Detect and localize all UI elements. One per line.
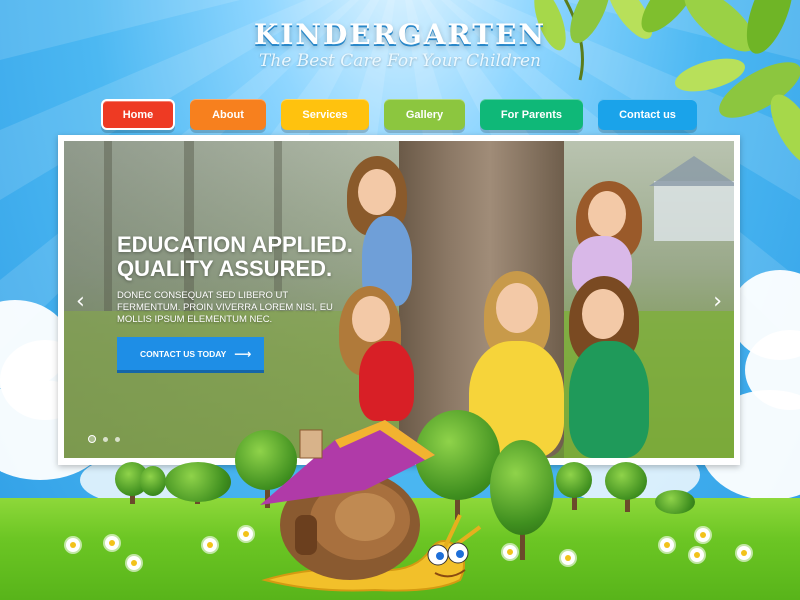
slide-heading-line2: QUALITY ASSURED. <box>117 256 333 281</box>
slide-heading: EDUCATION APPLIED. QUALITY ASSURED. <box>117 233 353 281</box>
arrow-right-icon: ⟶ <box>234 346 252 361</box>
slider-dot-1[interactable] <box>88 435 96 443</box>
nav-item-gallery[interactable]: Gallery <box>384 99 465 130</box>
nav-item-for-parents[interactable]: For Parents <box>480 99 583 130</box>
logo-title: KINDERGARTEN <box>253 18 547 51</box>
nav-item-contact-us[interactable]: Contact us <box>598 99 697 130</box>
nav-item-services[interactable]: Services <box>281 99 369 130</box>
prev-arrow-icon[interactable]: ‹ <box>76 289 85 314</box>
nav-item-home[interactable]: Home <box>101 99 175 130</box>
main-navigation: Home About Services Gallery For Parents … <box>101 99 697 130</box>
logo-tagline: The Best Care For Your Children <box>259 51 541 71</box>
hero-slide: EDUCATION APPLIED. QUALITY ASSURED. DONE… <box>64 141 734 458</box>
next-arrow-icon[interactable]: › <box>713 289 722 314</box>
snail-house-mascot <box>255 415 495 595</box>
slide-heading-line1: EDUCATION APPLIED. <box>117 232 353 257</box>
slider-pagination <box>88 435 120 443</box>
slide-description: DONEC CONSEQUAT SED LIBERO UT FERMENTUM.… <box>117 290 333 325</box>
contact-us-button[interactable]: CONTACT US TODAY ⟶ <box>117 337 264 370</box>
site-logo[interactable]: KINDERGARTEN The Best Care For Your Chil… <box>0 18 800 71</box>
slider-dot-2[interactable] <box>103 436 108 442</box>
slider-dot-3[interactable] <box>115 436 120 442</box>
contact-us-label: CONTACT US TODAY <box>140 348 227 359</box>
nav-item-about[interactable]: About <box>190 99 266 130</box>
